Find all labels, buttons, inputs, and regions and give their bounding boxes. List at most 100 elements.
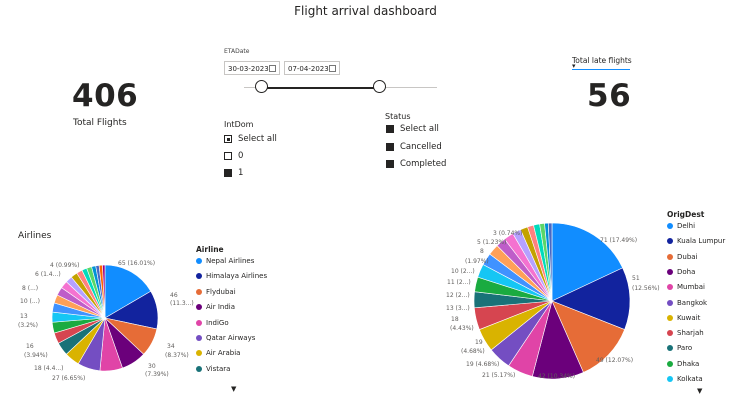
legend-item[interactable]: Bangkok [667,299,707,307]
legend-label: Doha [677,267,696,276]
legend-swatch [196,319,202,326]
status-slicer-title: Status [385,112,411,121]
status-item[interactable]: Completed [386,159,446,169]
legend-label: Dubai [677,252,698,261]
legend-label: Sharjah [677,329,704,338]
legend-item[interactable]: Air Arabia [196,349,240,357]
legend-label: Vistara [206,364,231,373]
start-handle[interactable] [255,80,268,93]
legend-label: Air Arabia [206,349,241,358]
status-item-label: Select all [400,124,439,134]
legend-swatch [196,365,202,372]
legend-swatch [667,314,673,321]
legend-label: Paro [677,344,693,353]
page-title: Flight arrival dashboard [294,4,437,18]
legend-item[interactable]: Kuwait [667,314,700,322]
legend-item[interactable]: Paro [667,344,692,352]
legend-swatch [667,238,673,245]
legend-label: Nepal Airlines [206,257,255,265]
checkbox-icon[interactable] [386,160,394,168]
chevron-down-icon[interactable]: ▾ [572,62,576,70]
legend-item[interactable]: Dhaka [667,360,699,368]
late-flights-underline [572,69,630,70]
legend-item[interactable]: Mumbai [667,283,705,291]
end-date-value: 07-04-2023 [288,65,329,73]
status-item-label: Cancelled [400,141,442,152]
late-flights-value: 56 [587,78,632,114]
legend-item[interactable]: Vistara [196,365,230,373]
checkbox-icon[interactable] [224,152,232,160]
legend-swatch [196,335,202,341]
checkbox-icon[interactable] [386,125,394,133]
checkbox-icon[interactable] [224,169,232,177]
end-handle[interactable] [373,80,386,93]
airlines-pie[interactable] [0,240,200,400]
legend-swatch [196,304,202,311]
calendar-icon[interactable] [269,65,276,72]
legend-item[interactable]: Nepal Airlines [196,257,254,265]
origdest-legend-title: OrigDest [667,210,705,219]
intdom-item-label: Select all [238,134,277,144]
start-date-value: 30-03-2023 [228,65,269,73]
legend-item[interactable]: Flydubai [196,288,236,296]
status-item[interactable]: Select all [386,124,439,134]
legend-label: Air India [206,303,236,312]
legend-label: Kuala Lumpur [677,237,726,246]
legend-swatch [667,376,673,382]
legend-item[interactable]: Air India [196,303,235,311]
legend-swatch [196,258,202,264]
intdom-item[interactable]: 0 [224,151,243,161]
legend-label: Mumbai [677,283,705,292]
legend-swatch [667,284,673,291]
legend-item[interactable]: Sharjah [667,329,704,337]
legend-swatch [667,330,673,337]
legend-label: Himalaya Airlines [206,272,268,281]
total-flights-label: Total Flights [73,118,127,128]
status-item-label: Completed [400,159,447,169]
legend-swatch [667,253,673,260]
legend-item[interactable]: Delhi [667,222,695,230]
legend-label: IndiGo [206,318,229,327]
legend-item[interactable]: Kuala Lumpur [667,237,725,245]
intdom-item-label: 0 [238,151,244,161]
chevron-down-icon[interactable]: ▼ [231,385,236,393]
calendar-icon[interactable] [329,65,336,72]
legend-item[interactable]: IndiGo [196,319,229,327]
late-flights-label: Total late flights [572,56,632,65]
eta-date-label: ETADate [224,48,250,55]
intdom-item[interactable]: 1 [224,168,243,178]
legend-item[interactable]: Dubai [667,253,698,261]
legend-item[interactable]: Doha [667,268,695,276]
origdest-pie[interactable] [440,205,670,400]
legend-label: Qatar Airways [206,334,256,342]
legend-label: Delhi [677,222,696,230]
intdom-item-label: 1 [238,168,244,178]
legend-item[interactable]: Qatar Airways [196,334,255,342]
legend-swatch [667,360,673,367]
checkbox-icon[interactable] [386,142,394,151]
intdom-slicer-title: IntDom [224,120,254,129]
legend-swatch [196,273,202,280]
legend-swatch [667,345,673,352]
legend-label: Kuwait [677,313,701,322]
legend-item[interactable]: Himalaya Airlines [196,272,267,280]
chevron-down-icon[interactable]: ▼ [697,387,702,395]
date-range-fill [263,87,381,89]
airline-legend-title: Airline [196,245,224,254]
legend-swatch [196,288,202,295]
legend-item[interactable]: Kolkata [667,375,703,383]
intdom-item[interactable]: Select all [224,134,277,144]
status-item[interactable]: Cancelled [386,142,442,152]
total-flights-value: 406 [72,78,139,114]
legend-swatch [667,268,673,275]
legend-swatch [667,223,673,229]
checkbox-icon[interactable] [224,135,232,143]
legend-label: Bangkok [677,298,708,307]
legend-label: Kolkata [677,375,703,383]
end-date-input[interactable]: 07-04-2023 [284,61,340,75]
legend-label: Dhaka [677,359,700,368]
start-date-input[interactable]: 30-03-2023 [224,61,280,75]
legend-swatch [667,299,673,306]
legend-label: Flydubai [206,287,236,296]
legend-swatch [196,350,202,357]
